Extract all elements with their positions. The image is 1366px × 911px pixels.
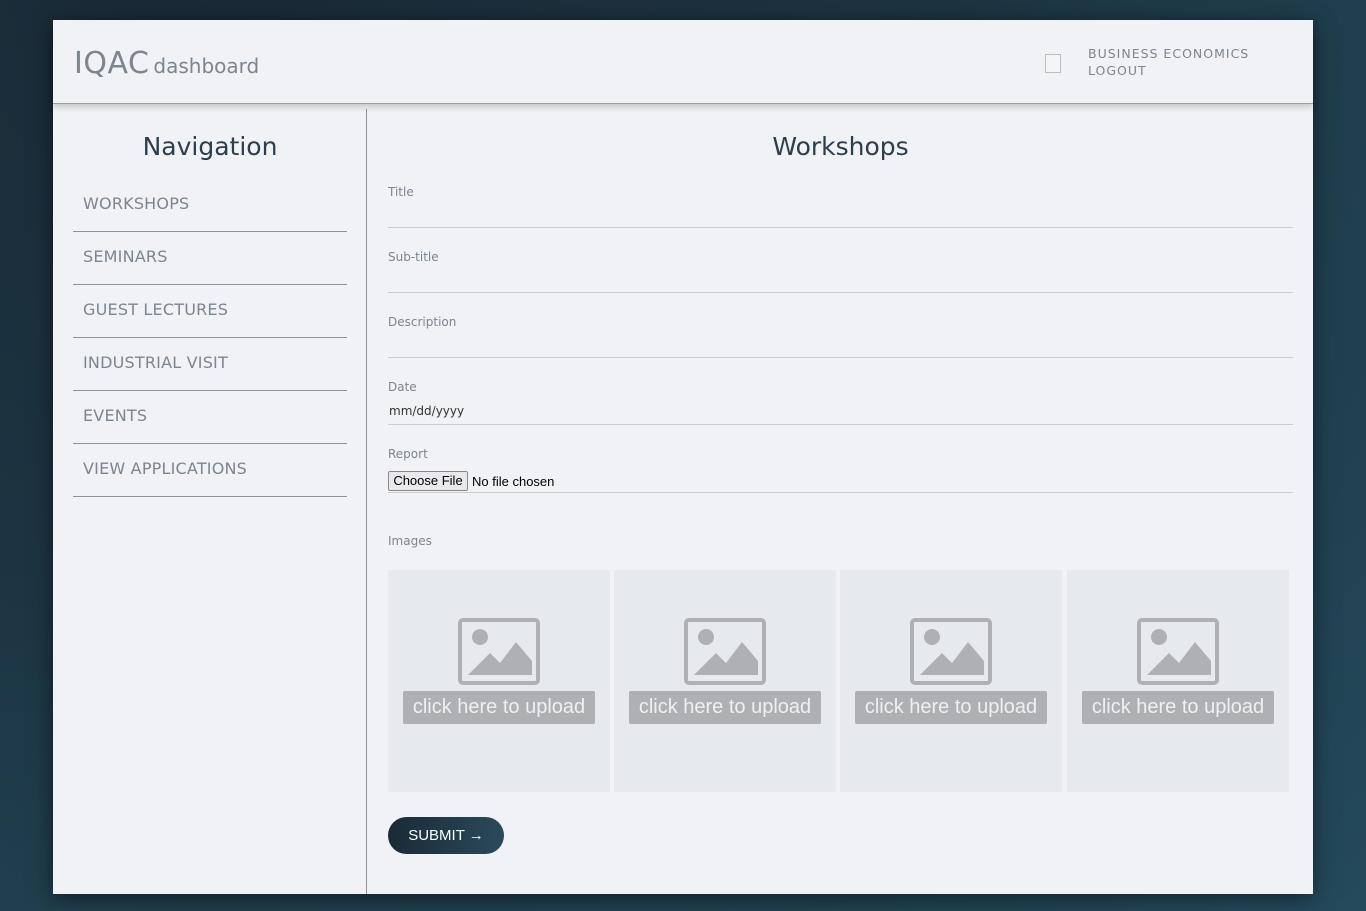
logout-link[interactable]: LOGOUT [1088,62,1249,79]
image-placeholder-icon [1137,618,1219,685]
description-field[interactable]: Description [388,315,1293,358]
image-upload-tile[interactable]: click here to upload [388,570,610,792]
upload-label: click here to upload [855,691,1047,724]
title-field[interactable]: Title [388,185,1293,228]
brand-logo[interactable]: IQAC dashboard [74,46,259,81]
image-upload-tile[interactable]: click here to upload [614,570,836,792]
sidebar-item-guest-lectures[interactable]: GUEST LECTURES [73,285,347,338]
image-upload-tile[interactable]: click here to upload [840,570,1062,792]
main-content: Workshops Title Sub-title Description Da… [368,109,1313,894]
dashboard-card: IQAC dashboard BUSINESS ECONOMICS LOGOUT … [53,20,1313,894]
image-placeholder-icon [910,618,992,685]
sidebar: Navigation WORKSHOPS SEMINARS GUEST LECT… [53,109,367,894]
upload-label: click here to upload [1082,691,1274,724]
subtitle-label: Sub-title [388,250,439,264]
sidebar-item-view-applications[interactable]: VIEW APPLICATIONS [73,444,347,497]
image-upload-tile[interactable]: click here to upload [1067,570,1289,792]
image-placeholder-icon [684,618,766,685]
subtitle-field[interactable]: Sub-title [388,250,1293,293]
title-label: Title [388,185,414,199]
user-avatar-icon [1045,54,1061,73]
date-input-value[interactable]: mm/dd/yyyy [389,404,464,418]
image-placeholder-icon [458,618,540,685]
user-menu: BUSINESS ECONOMICS LOGOUT [1088,45,1249,79]
brand-main: IQAC [74,46,150,81]
file-status-text: No file chosen [472,473,555,489]
user-name-link[interactable]: BUSINESS ECONOMICS [1088,45,1249,62]
sidebar-item-seminars[interactable]: SEMINARS [73,232,347,285]
page-title: Workshops [772,132,909,161]
upload-label: click here to upload [629,691,821,724]
images-label: Images [388,534,432,548]
nav-list: WORKSHOPS SEMINARS GUEST LECTURES INDUST… [73,179,347,497]
upload-label: click here to upload [403,691,595,724]
sidebar-item-industrial-visit[interactable]: INDUSTRIAL VISIT [73,338,347,391]
report-label: Report [388,447,428,461]
top-header: IQAC dashboard BUSINESS ECONOMICS LOGOUT [53,20,1313,104]
sidebar-title: Navigation [142,132,278,161]
submit-button[interactable]: SUBMIT → [388,817,504,854]
sidebar-item-events[interactable]: EVENTS [73,391,347,444]
choose-file-button[interactable]: Choose File [388,471,468,491]
sidebar-item-workshops[interactable]: WORKSHOPS [73,179,347,232]
file-input[interactable]: Choose File No file chosen [388,471,554,491]
date-label: Date [388,380,417,394]
date-field[interactable]: Date mm/dd/yyyy [388,380,1293,425]
description-label: Description [388,315,457,329]
report-field: Report Choose File No file chosen [388,447,1293,493]
brand-sub: dashboard [153,54,260,78]
